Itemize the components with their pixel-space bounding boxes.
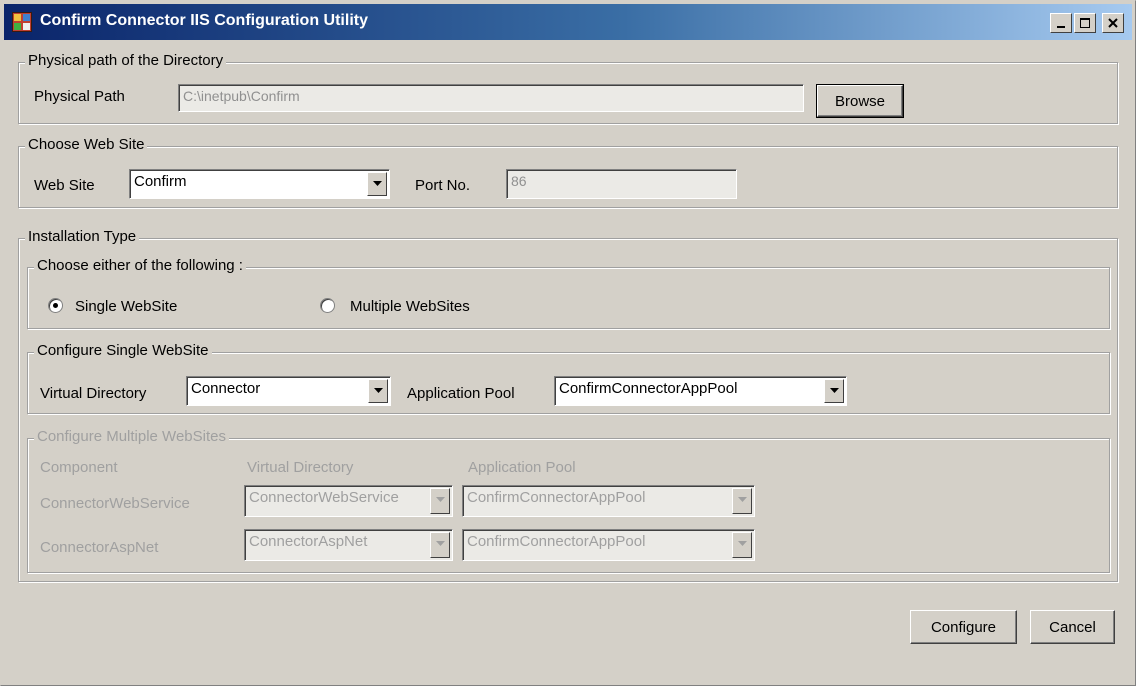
web-service-vdir-dropdown-button[interactable]	[430, 488, 450, 514]
asp-net-pool-select[interactable]: ConfirmConnectorAppPool	[462, 529, 755, 561]
physical-path-input[interactable]: C:\inetpub\Confirm	[178, 84, 804, 112]
single-website-group-label: Configure Single WebSite	[34, 342, 212, 359]
port-label: Port No.	[415, 177, 471, 194]
physical-path-group-label: Physical path of the Directory	[25, 52, 227, 69]
asp-net-vdir-select[interactable]: ConnectorAspNet	[244, 529, 453, 561]
choose-option-group: Choose either of the following :	[27, 257, 1110, 329]
close-button[interactable]	[1102, 13, 1124, 33]
port-input[interactable]: 86	[506, 169, 737, 199]
maximize-icon	[1080, 18, 1090, 28]
multiple-websites-radio[interactable]	[320, 298, 335, 313]
dropdown-arrow-icon	[738, 541, 747, 546]
minimize-icon	[1057, 26, 1065, 28]
choose-option-label: Choose either of the following :	[34, 257, 246, 274]
header-application-pool: Application Pool	[468, 459, 576, 476]
minimize-button[interactable]	[1050, 13, 1072, 33]
web-service-pool-dropdown-button[interactable]	[732, 488, 752, 514]
web-service-vdir-select[interactable]: ConnectorWebService	[244, 485, 453, 517]
multiple-websites-label[interactable]: Multiple WebSites	[350, 298, 470, 315]
virtual-directory-select[interactable]: Connector	[186, 376, 391, 406]
maximize-button[interactable]	[1074, 13, 1096, 33]
component-label-asp-net: ConnectorAspNet	[40, 539, 159, 556]
web-site-select[interactable]: Confirm	[129, 169, 390, 199]
header-virtual-directory: Virtual Directory	[247, 459, 354, 476]
web-service-pool-select[interactable]: ConfirmConnectorAppPool	[462, 485, 755, 517]
web-service-vdir-selected: ConnectorWebService	[249, 489, 399, 506]
multiple-websites-group-label: Configure Multiple WebSites	[34, 428, 229, 445]
dropdown-arrow-icon	[436, 497, 445, 502]
app-icon[interactable]	[12, 12, 32, 32]
web-service-pool-selected: ConfirmConnectorAppPool	[467, 489, 646, 506]
main-window: Confirm Connector IIS Configuration Util…	[0, 0, 1136, 686]
window-title: Confirm Connector IIS Configuration Util…	[40, 12, 368, 29]
dropdown-arrow-icon	[830, 388, 839, 393]
component-label-web-service: ConnectorWebService	[40, 495, 190, 512]
application-pool-selected: ConfirmConnectorAppPool	[559, 380, 738, 397]
physical-path-label: Physical Path	[34, 88, 125, 105]
asp-net-pool-dropdown-button[interactable]	[732, 532, 752, 558]
web-site-dropdown-button[interactable]	[367, 172, 387, 196]
virtual-directory-dropdown-button[interactable]	[368, 379, 388, 403]
title-bar[interactable]: Confirm Connector IIS Configuration Util…	[4, 4, 1132, 40]
dropdown-arrow-icon	[436, 541, 445, 546]
browse-button[interactable]: Browse	[816, 84, 904, 118]
header-component: Component	[40, 459, 118, 476]
web-site-group-label: Choose Web Site	[25, 136, 148, 153]
virtual-directory-selected: Connector	[191, 380, 261, 397]
application-pool-label: Application Pool	[407, 385, 515, 402]
radio-selected-dot	[53, 303, 58, 308]
single-website-label[interactable]: Single WebSite	[75, 298, 177, 315]
virtual-directory-label: Virtual Directory	[40, 385, 147, 402]
close-icon	[1108, 18, 1118, 28]
dropdown-arrow-icon	[374, 388, 383, 393]
single-website-radio[interactable]	[48, 298, 63, 313]
web-site-selected: Confirm	[134, 173, 187, 190]
cancel-button[interactable]: Cancel	[1030, 610, 1115, 644]
installation-type-group-label: Installation Type	[25, 228, 140, 245]
application-pool-select[interactable]: ConfirmConnectorAppPool	[554, 376, 847, 406]
dropdown-arrow-icon	[738, 497, 747, 502]
asp-net-pool-selected: ConfirmConnectorAppPool	[467, 533, 646, 550]
dropdown-arrow-icon	[373, 181, 382, 186]
asp-net-vdir-selected: ConnectorAspNet	[249, 533, 368, 550]
configure-button[interactable]: Configure	[910, 610, 1017, 644]
web-site-label: Web Site	[34, 177, 95, 194]
asp-net-vdir-dropdown-button[interactable]	[430, 532, 450, 558]
application-pool-dropdown-button[interactable]	[824, 379, 844, 403]
